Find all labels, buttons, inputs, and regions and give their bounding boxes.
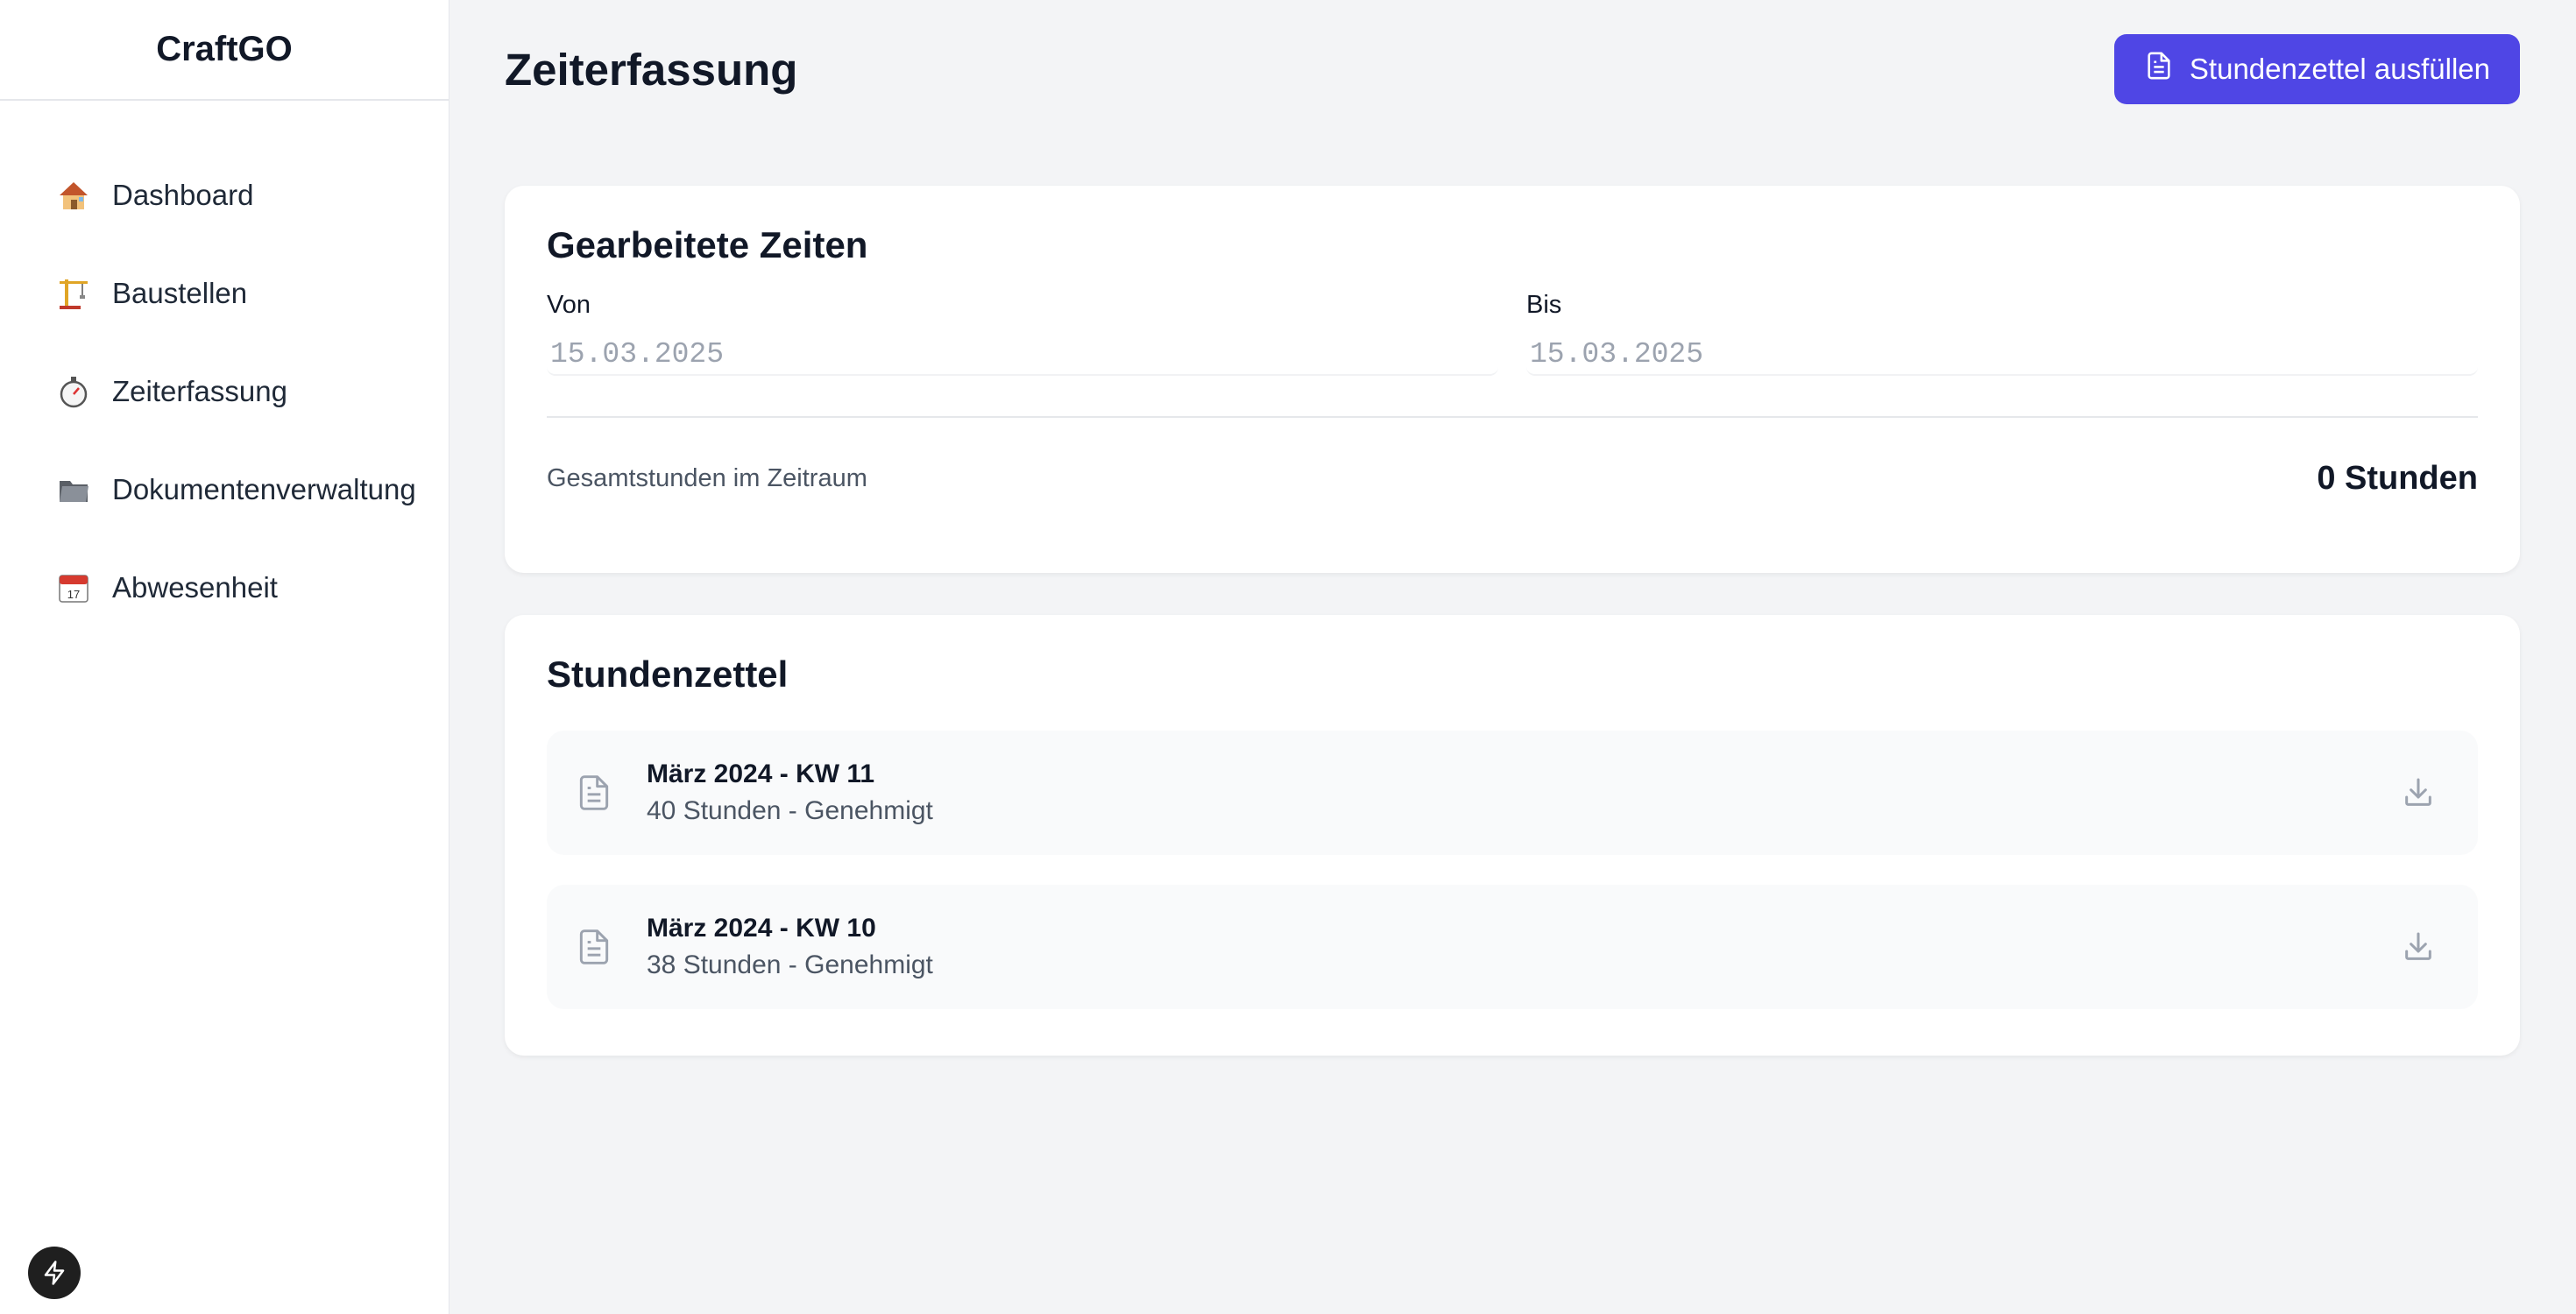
timesheet-subtitle: 40 Stunden - Genehmigt: [647, 796, 933, 825]
from-field: Von: [547, 291, 1498, 376]
calendar-icon: 17: [54, 569, 93, 607]
timesheet-subtitle: 38 Stunden - Genehmigt: [647, 950, 933, 979]
stopwatch-icon: [54, 372, 93, 411]
to-label: Bis: [1526, 291, 1562, 319]
timesheets-card: Stundenzettel März 2024 - KW 11 40 Stund…: [505, 615, 2520, 1056]
sidebar-item-label: Abwesenheit: [112, 571, 278, 604]
sidebar: CraftGO Dashboard Baustellen Zeiterfassu…: [0, 0, 449, 1314]
date-range: Von Bis: [547, 291, 2478, 376]
house-icon: [54, 176, 93, 215]
to-date-input[interactable]: [1526, 334, 2478, 376]
document-icon: [575, 928, 613, 966]
sidebar-item-baustellen[interactable]: Baustellen: [0, 244, 449, 343]
sidebar-item-label: Baustellen: [112, 277, 248, 309]
page-title: Zeiterfassung: [505, 44, 798, 95]
total-hours-value: 0 Stunden: [2317, 460, 2478, 497]
sidebar-item-label: Dashboard: [112, 179, 254, 211]
construction-crane-icon: [54, 274, 93, 313]
download-icon[interactable]: [2397, 926, 2439, 968]
timesheet-text: März 2024 - KW 11 40 Stunden - Genehmigt: [647, 759, 2397, 826]
sidebar-item-abwesenheit[interactable]: 17 Abwesenheit: [0, 539, 449, 637]
brand-logo[interactable]: CraftGO: [0, 0, 449, 101]
svg-text:17: 17: [67, 588, 80, 601]
divider: [547, 416, 2478, 418]
fill-timesheet-label: Stundenzettel ausfüllen: [2189, 53, 2490, 85]
from-date-input[interactable]: [547, 334, 1498, 376]
folder-icon: [54, 470, 93, 509]
sidebar-item-label: Dokumentenverwaltung: [112, 473, 416, 505]
main-content: Zeiterfassung Stundenzettel ausfüllen Ge…: [449, 0, 2576, 1314]
document-icon: [2144, 51, 2174, 88]
fill-timesheet-button[interactable]: Stundenzettel ausfüllen: [2113, 34, 2520, 104]
bolt-icon[interactable]: [28, 1247, 81, 1299]
download-icon[interactable]: [2397, 772, 2439, 814]
sidebar-item-zeiterfassung[interactable]: Zeiterfassung: [0, 343, 449, 441]
sidebar-item-label: Zeiterfassung: [112, 375, 287, 407]
document-icon: [575, 774, 613, 812]
to-field: Bis: [1526, 291, 2478, 376]
sidebar-nav: Dashboard Baustellen Zeiterfassung Dokum…: [0, 101, 449, 637]
worked-times-card: Gearbeitete Zeiten Von Bis Gesamtstunden…: [505, 186, 2520, 573]
timesheets-title: Stundenzettel: [547, 653, 789, 695]
from-label: Von: [547, 291, 591, 319]
timesheet-list: März 2024 - KW 11 40 Stunden - Genehmigt: [547, 731, 2478, 1009]
page-header: Zeiterfassung Stundenzettel ausfüllen: [505, 0, 2520, 186]
total-hours-row: Gesamtstunden im Zeitraum 0 Stunden: [547, 460, 2478, 498]
worked-times-title: Gearbeitete Zeiten: [547, 224, 868, 265]
sidebar-item-dokumentenverwaltung[interactable]: Dokumentenverwaltung: [0, 441, 449, 539]
total-hours-label: Gesamtstunden im Zeitraum: [547, 464, 867, 492]
list-item[interactable]: März 2024 - KW 11 40 Stunden - Genehmigt: [547, 731, 2478, 855]
timesheet-title: März 2024 - KW 10: [647, 914, 876, 943]
sidebar-item-dashboard[interactable]: Dashboard: [0, 146, 449, 244]
list-item[interactable]: März 2024 - KW 10 38 Stunden - Genehmigt: [547, 885, 2478, 1009]
timesheet-text: März 2024 - KW 10 38 Stunden - Genehmigt: [647, 914, 2397, 980]
timesheet-title: März 2024 - KW 11: [647, 759, 875, 788]
app-root: CraftGO Dashboard Baustellen Zeiterfassu…: [0, 0, 2576, 1314]
